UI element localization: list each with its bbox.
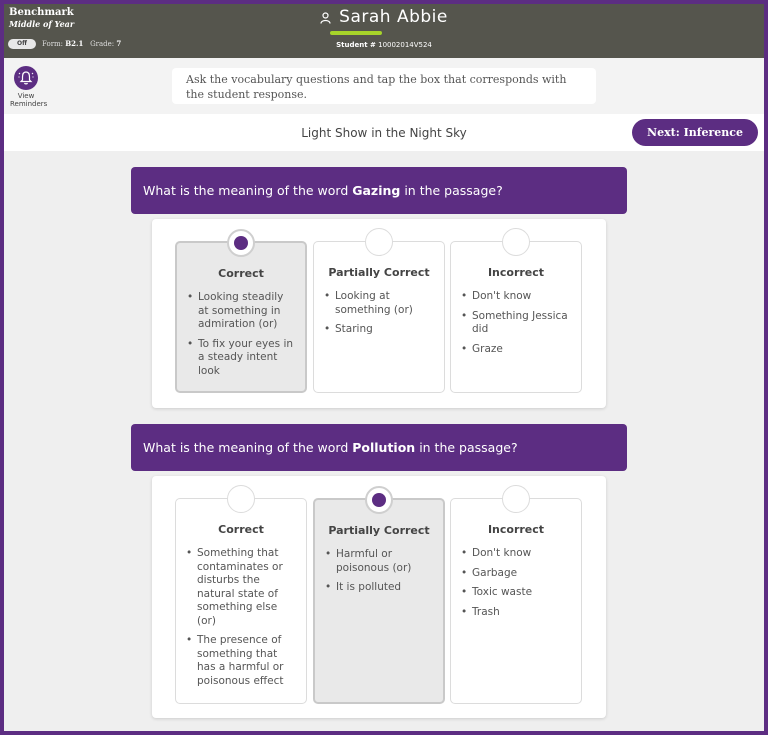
q2-correct-radio[interactable]	[227, 485, 255, 513]
q2-incorrect-radio[interactable]	[502, 485, 530, 513]
view-reminders-button[interactable]: View Reminders	[10, 66, 48, 108]
question-2-panel: Correct Something that contaminates or d…	[152, 476, 606, 718]
app-frame: Benchmark Middle of Year Off Form: B2.1 …	[4, 4, 764, 731]
list-item: Something that contaminates or disturbs …	[186, 547, 298, 628]
question-1-word: Gazing	[352, 183, 401, 198]
student-name-row: Sarah Abbie	[4, 7, 764, 27]
list-item: The presence of something that has a har…	[186, 634, 298, 688]
q1-partially-correct-radio[interactable]	[365, 228, 393, 256]
student-id: 10002014V524	[378, 41, 432, 49]
list-item: Toxic waste	[461, 586, 573, 600]
q1-option-incorrect[interactable]: Incorrect Don't know Something Jessica d…	[450, 228, 582, 393]
q1-option-partially-correct[interactable]: Partially Correct Looking at something (…	[313, 228, 445, 393]
instruction-text: Ask the vocabulary questions and tap the…	[172, 68, 596, 104]
list-item: To fix your eyes in a steady intent look	[187, 338, 297, 379]
question-2-word: Pollution	[352, 440, 416, 455]
q2-option-incorrect[interactable]: Incorrect Don't know Garbage Toxic waste…	[450, 485, 582, 704]
q2-option-correct[interactable]: Correct Something that contaminates or d…	[175, 485, 307, 704]
student-id-row: Student # 10002014V524	[4, 41, 764, 49]
reminder-area: View Reminders Ask the vocabulary questi…	[4, 58, 764, 114]
reminders-label: View Reminders	[10, 92, 48, 108]
person-icon	[320, 9, 331, 24]
passage-bar: Light Show in the Night Sky Next: Infere…	[4, 114, 764, 151]
student-name: Sarah Abbie	[339, 7, 448, 27]
list-item: Looking at something (or)	[324, 290, 436, 317]
next-inference-button[interactable]: Next: Inference	[632, 119, 758, 146]
list-item: Staring	[324, 323, 436, 337]
list-item: Something Jessica did	[461, 310, 573, 337]
list-item: Don't know	[461, 290, 573, 304]
q1-correct-radio[interactable]	[227, 229, 255, 257]
list-item: Graze	[461, 343, 573, 357]
question-1-header: What is the meaning of the word Gazing i…	[131, 167, 627, 214]
q1-incorrect-radio[interactable]	[502, 228, 530, 256]
q2-option-partially-correct[interactable]: Partially Correct Harmful or poisonous (…	[313, 486, 445, 704]
student-id-label: Student #	[336, 41, 376, 49]
list-item: It is polluted	[325, 581, 435, 595]
list-item: Harmful or poisonous (or)	[325, 548, 435, 575]
list-item: Looking steadily at something in admirat…	[187, 291, 297, 332]
q1-option-correct[interactable]: Correct Looking steadily at something in…	[175, 229, 307, 393]
list-item: Garbage	[461, 567, 573, 581]
name-underline	[330, 31, 382, 35]
q2-partially-correct-radio[interactable]	[365, 486, 393, 514]
list-item: Trash	[461, 606, 573, 620]
bell-icon	[14, 66, 38, 90]
header: Benchmark Middle of Year Off Form: B2.1 …	[4, 4, 764, 58]
question-1-panel: Correct Looking steadily at something in…	[152, 219, 606, 408]
question-2-header: What is the meaning of the word Pollutio…	[131, 424, 627, 471]
list-item: Don't know	[461, 547, 573, 561]
